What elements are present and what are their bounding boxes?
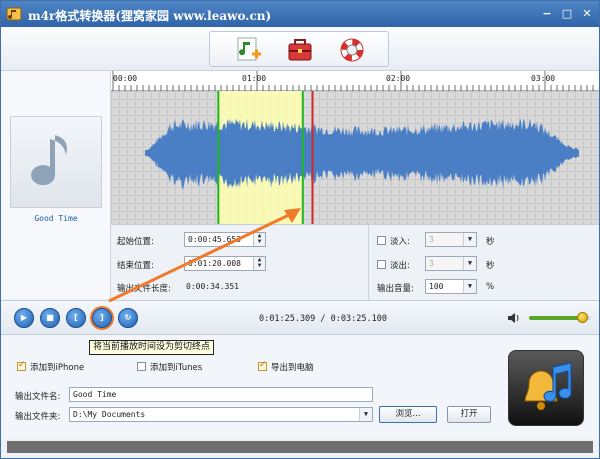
output-filename-input[interactable]: Good Time xyxy=(69,387,373,402)
time-readout: 0:01:25.309 / 0:03:25.100 xyxy=(259,314,387,324)
spin-arrows-icon[interactable]: ▲ ▼ xyxy=(253,257,265,270)
waveform xyxy=(145,91,579,224)
fade-in-select[interactable]: 3 ▼ xyxy=(425,232,477,247)
tick-label: 02:00 xyxy=(386,74,411,83)
tick-label: 01:00 xyxy=(242,74,267,83)
app-window: m4r格式转换器(狸窝家园 www.leawo.cn) − □ ✕ Good T… xyxy=(0,0,600,459)
end-position-label: 结束位置: xyxy=(117,261,154,271)
toolbar xyxy=(1,27,599,71)
stop-button[interactable]: ■ xyxy=(40,308,60,328)
waveform-shape xyxy=(145,117,579,190)
toolbox-icon[interactable] xyxy=(284,34,316,66)
play-button[interactable]: ▶ xyxy=(14,308,34,328)
chevron-down-icon: ▼ xyxy=(463,257,476,270)
add-to-iphone-checkbox[interactable] xyxy=(17,360,26,371)
track-title: Good Time xyxy=(34,214,78,223)
open-button[interactable]: 打开 xyxy=(447,406,491,423)
fade-in-value: 3 xyxy=(429,235,434,244)
output-volume-value: 100 xyxy=(429,282,444,291)
parameters-panel: 起始位置: 0:00:45.653 ▲ ▼ 结束位置: 0:01:20.008 ▲ ▼ … xyxy=(111,224,599,300)
maximize-button[interactable]: □ xyxy=(561,8,573,20)
start-position-label: 起始位置: xyxy=(117,237,154,247)
fade-out-checkbox[interactable] xyxy=(377,260,386,269)
help-lifebuoy-icon[interactable] xyxy=(336,34,368,66)
timeline-ruler[interactable]: 00:00 01:00 02:00 03:00 xyxy=(111,71,599,91)
close-button[interactable]: ✕ xyxy=(581,8,593,20)
minimize-button[interactable]: − xyxy=(541,8,553,20)
title-bar: m4r格式转换器(狸窝家园 www.leawo.cn) − □ ✕ xyxy=(1,1,599,27)
timeline-ticks xyxy=(112,71,594,91)
start-position-field[interactable]: 0:00:45.653 ▲ ▼ xyxy=(184,232,266,247)
export-to-pc-label: 导出到电脑 xyxy=(271,363,314,373)
tick-label: 00:00 xyxy=(113,74,138,83)
play-selection-button[interactable]: ↻ xyxy=(118,308,138,328)
chevron-down-icon: ▼ xyxy=(463,233,476,246)
browse-button[interactable]: 浏览... xyxy=(379,406,437,423)
status-bar xyxy=(7,441,593,453)
toolbar-button-group xyxy=(209,31,389,67)
volume-slider-knob[interactable] xyxy=(576,312,588,323)
speaker-icon[interactable] xyxy=(507,311,521,325)
output-filename-label: 输出文件名: xyxy=(15,392,61,402)
output-length-label: 输出文件长度: xyxy=(117,284,171,294)
add-to-itunes-checkbox[interactable] xyxy=(137,362,146,371)
panel-divider xyxy=(368,225,369,300)
end-position-value: 0:01:20.008 xyxy=(188,259,241,268)
bell-music-icon xyxy=(524,362,572,410)
fade-out-label: 淡出: xyxy=(390,261,410,271)
window-title: m4r格式转换器(狸窝家园 www.leawo.cn) xyxy=(28,9,272,23)
output-volume-label: 输出音量: xyxy=(377,284,414,294)
tick-label: 03:00 xyxy=(531,74,556,83)
chevron-down-icon: ▼ xyxy=(463,280,476,293)
add-to-iphone-label: 添加到iPhone xyxy=(30,363,85,373)
fade-in-label: 淡入: xyxy=(390,237,410,247)
music-note-icon xyxy=(31,135,67,186)
album-art xyxy=(10,116,102,208)
export-to-pc-checkbox[interactable] xyxy=(258,360,267,371)
output-folder-value: D:\My Documents xyxy=(73,410,146,419)
output-length-value: 0:00:34.351 xyxy=(186,282,239,291)
output-folder-label: 输出文件夹: xyxy=(15,412,61,422)
volume-slider[interactable] xyxy=(529,312,591,323)
add-to-itunes-label: 添加到iTunes xyxy=(150,363,203,373)
fade-out-unit: 秒 xyxy=(486,261,495,271)
thumbnail-panel: Good Time xyxy=(1,71,111,299)
spin-arrows-icon[interactable]: ▲ ▼ xyxy=(253,233,265,246)
app-logo-icon xyxy=(6,7,22,21)
itunes-ringtone-icon[interactable] xyxy=(508,350,584,426)
output-folder-select[interactable]: D:\My Documents ▼ xyxy=(69,407,373,422)
add-music-icon[interactable] xyxy=(232,34,264,66)
fade-out-select[interactable]: 3 ▼ xyxy=(425,256,477,271)
fade-in-unit: 秒 xyxy=(486,237,495,247)
output-volume-unit: % xyxy=(486,282,495,292)
start-position-value: 0:00:45.653 xyxy=(188,235,241,244)
set-start-button[interactable]: [ xyxy=(66,308,86,328)
fade-out-value: 3 xyxy=(429,259,434,268)
waveform-panel[interactable] xyxy=(111,91,599,224)
tooltip: 将当前播放时间设为剪切终点 xyxy=(89,340,215,355)
output-volume-select[interactable]: 100 ▼ xyxy=(425,279,477,294)
fade-in-checkbox[interactable] xyxy=(377,236,386,245)
chevron-down-icon: ▼ xyxy=(359,408,372,421)
end-position-field[interactable]: 0:01:20.008 ▲ ▼ xyxy=(184,256,266,271)
set-end-button[interactable]: ] xyxy=(92,308,112,328)
volume-slider-fill xyxy=(529,316,582,320)
transport-bar: ▶ ■ [ ] ↻ 0:01:25.309 / 0:03:25.100 xyxy=(1,300,599,335)
